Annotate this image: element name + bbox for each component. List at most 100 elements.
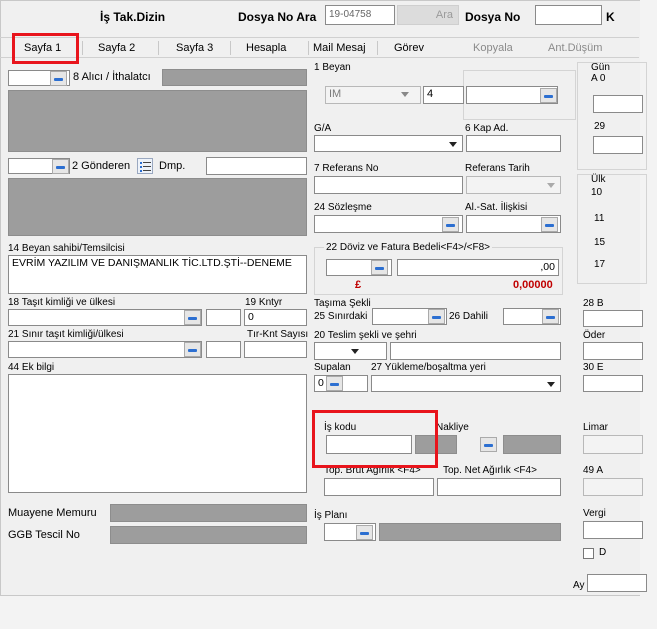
sinir-lookup-button[interactable] bbox=[184, 342, 201, 357]
nakliye-name-field[interactable] bbox=[503, 435, 561, 454]
tasima-label: Taşıma Şekli bbox=[314, 298, 371, 309]
alici-lookup-button[interactable] bbox=[50, 71, 67, 86]
referans-tarih-field[interactable] bbox=[466, 176, 561, 194]
alsat-lookup-button[interactable] bbox=[541, 217, 558, 232]
tab-strip-bottom-line bbox=[0, 57, 639, 58]
is-plani-lookup-button[interactable] bbox=[356, 525, 373, 540]
doviz-lookup-button[interactable] bbox=[371, 260, 388, 275]
tab-kopyala[interactable]: Kopyala bbox=[473, 42, 513, 54]
right-field-2[interactable] bbox=[593, 136, 643, 154]
tab-hesapla[interactable]: Hesapla bbox=[246, 42, 286, 54]
tab-sayfa-1[interactable]: Sayfa 1 bbox=[24, 42, 61, 54]
tab-separator bbox=[377, 41, 378, 55]
minus-icon bbox=[360, 532, 369, 535]
minus-icon bbox=[56, 166, 65, 169]
is-takip-dizini-label[interactable]: İş Tak.Dizin bbox=[100, 10, 165, 24]
beyan-num-field[interactable]: 4 bbox=[423, 86, 464, 104]
ara-button[interactable]: Ara bbox=[397, 5, 459, 25]
teslim-label: 20 Teslim şekli ve şehri bbox=[314, 330, 417, 341]
minus-icon bbox=[545, 224, 554, 227]
list-icon[interactable] bbox=[137, 158, 153, 174]
beyan-sahibi-field[interactable]: EVRİM YAZILIM VE DANIŞMANLIK TİC.LTD.ŞTİ… bbox=[8, 255, 307, 294]
doviz-amount-field[interactable]: ,00 bbox=[397, 259, 559, 276]
right-field-3[interactable] bbox=[583, 310, 643, 327]
sinirdaki-lookup-button[interactable] bbox=[428, 309, 445, 324]
right-field-4[interactable] bbox=[583, 342, 643, 360]
net-field[interactable] bbox=[437, 478, 561, 496]
tab-sayfa-3[interactable]: Sayfa 3 bbox=[176, 42, 213, 54]
total-value: 0,00000 bbox=[513, 279, 553, 291]
gonderen-address-block[interactable] bbox=[8, 178, 307, 236]
is-kodu-name-field[interactable] bbox=[415, 435, 457, 454]
beyan-label: 1 Beyan bbox=[314, 62, 351, 73]
trknt-label: Tır-Knt Sayısı bbox=[247, 329, 309, 340]
tab-sayfa-2[interactable]: Sayfa 2 bbox=[98, 42, 135, 54]
gonderen-lookup-button[interactable] bbox=[52, 159, 69, 174]
sinir-field[interactable] bbox=[8, 341, 202, 358]
n28-label: 28 B bbox=[583, 298, 604, 309]
kap-field[interactable] bbox=[466, 135, 561, 152]
brut-field[interactable] bbox=[324, 478, 434, 496]
dosya-no-ara-label: Dosya No Ara bbox=[238, 10, 317, 24]
alici-name-field[interactable] bbox=[162, 69, 307, 86]
tab-separator bbox=[308, 41, 309, 55]
d-checkbox[interactable] bbox=[583, 548, 594, 559]
ggb-field[interactable] bbox=[110, 526, 307, 544]
chevron-down-icon bbox=[449, 142, 457, 147]
tab-mail-mesaj[interactable]: Mail Mesaj bbox=[313, 42, 366, 54]
tab-separator bbox=[82, 41, 83, 55]
brut-label: Top. Brut Ağırlık <F4> bbox=[324, 465, 421, 476]
dmp-field[interactable] bbox=[206, 157, 307, 175]
yukleme-select[interactable] bbox=[371, 375, 561, 392]
tab-gorev[interactable]: Görev bbox=[394, 42, 424, 54]
ek-bilgi-textarea[interactable] bbox=[8, 374, 307, 493]
gun-label: Gün bbox=[591, 62, 610, 73]
ay-field[interactable] bbox=[587, 574, 647, 592]
nakliye-lookup-button[interactable] bbox=[480, 437, 497, 452]
is-kodu-field[interactable] bbox=[326, 435, 412, 454]
sozlesme-field[interactable] bbox=[314, 215, 463, 233]
teslim-sehir-field[interactable] bbox=[390, 342, 561, 360]
dmp-label: Dmp. bbox=[159, 160, 186, 172]
tasit-country-field[interactable] bbox=[206, 309, 241, 326]
muayene-field[interactable] bbox=[110, 504, 307, 522]
ga-select[interactable] bbox=[314, 135, 463, 152]
net-label: Top. Net Ağırlık <F4> bbox=[443, 465, 537, 476]
alici-address-block[interactable] bbox=[8, 90, 307, 152]
doviz-label: 22 Döviz ve Fatura Bedeli<F4>/<F8> bbox=[324, 242, 492, 253]
dahili-lookup-button[interactable] bbox=[542, 309, 559, 324]
tasit-lookup-button[interactable] bbox=[184, 310, 201, 325]
chevron-down-icon bbox=[351, 349, 359, 354]
kntyr-label: 19 Kntyr bbox=[245, 297, 283, 308]
supalan-lookup-button[interactable] bbox=[326, 376, 343, 391]
alici-label: 8 Alıcı / İthalatcı bbox=[73, 71, 151, 83]
referans-field[interactable] bbox=[314, 176, 463, 194]
right-field-6[interactable] bbox=[583, 435, 643, 454]
right-field-5[interactable] bbox=[583, 375, 643, 392]
kntyr-field[interactable]: 0 bbox=[244, 309, 307, 326]
sozlesme-label: 24 Sözleşme bbox=[314, 202, 372, 213]
minus-icon bbox=[375, 267, 384, 270]
dosya-no-field[interactable] bbox=[535, 5, 602, 25]
beyan-lookup-button[interactable] bbox=[540, 88, 557, 103]
dosya-no-input[interactable]: 19-04758 bbox=[325, 5, 395, 25]
minus-icon bbox=[446, 224, 455, 227]
trknt-field[interactable] bbox=[244, 341, 307, 358]
chevron-down-icon bbox=[401, 92, 409, 97]
right-field-1[interactable] bbox=[593, 95, 643, 113]
sozlesme-lookup-button[interactable] bbox=[442, 217, 459, 232]
right-field-8[interactable] bbox=[583, 521, 643, 539]
teslim-select[interactable] bbox=[314, 342, 387, 360]
tasit-field[interactable] bbox=[8, 309, 202, 326]
right-field-7[interactable] bbox=[583, 478, 643, 496]
tab-ant-dusum[interactable]: Ant.Düşüm bbox=[548, 42, 602, 54]
sinir-country-field[interactable] bbox=[206, 341, 241, 358]
minus-icon bbox=[54, 78, 63, 81]
is-plani-name-field[interactable] bbox=[379, 523, 561, 541]
n15-label: 15 bbox=[594, 237, 606, 248]
n11-label: 11 bbox=[594, 213, 605, 224]
yukleme-label: 27 Yükleme/boşaltma yeri bbox=[371, 362, 486, 373]
minus-icon bbox=[544, 95, 553, 98]
nakliye-label: Nakliye bbox=[436, 422, 469, 433]
n49-label: 49 A bbox=[583, 465, 604, 476]
